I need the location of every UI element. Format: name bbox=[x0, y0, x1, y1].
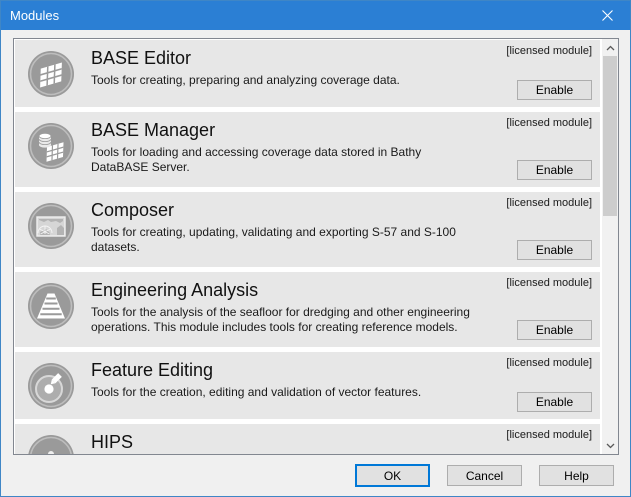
module-texts: Composer Tools for creating, updating, v… bbox=[91, 197, 456, 262]
module-texts: BASE Manager Tools for loading and acces… bbox=[91, 117, 421, 182]
base-manager-icon bbox=[27, 122, 75, 170]
enable-button[interactable]: Enable bbox=[517, 392, 592, 412]
engineering-analysis-icon bbox=[27, 282, 75, 330]
module-description: Tools for the creation, editing and vali… bbox=[91, 385, 421, 400]
chevron-down-icon bbox=[606, 443, 615, 449]
module-title: Composer bbox=[91, 199, 456, 222]
enable-button[interactable]: Enable bbox=[517, 80, 592, 100]
module-row: Composer Tools for creating, updating, v… bbox=[15, 192, 600, 267]
license-badge: [licensed module] bbox=[506, 357, 592, 369]
hips-icon bbox=[27, 434, 75, 454]
module-title: Feature Editing bbox=[91, 359, 421, 382]
dialog-footer: OK Cancel Help bbox=[1, 455, 630, 496]
module-list: BASE Editor Tools for creating, preparin… bbox=[13, 38, 619, 455]
module-row: BASE Manager Tools for loading and acces… bbox=[15, 112, 600, 187]
scrollbar-up-button[interactable] bbox=[602, 39, 618, 56]
module-row: BASE Editor Tools for creating, preparin… bbox=[15, 40, 600, 107]
module-texts: BASE Editor Tools for creating, preparin… bbox=[91, 45, 400, 102]
enable-button[interactable]: Enable bbox=[517, 240, 592, 260]
modules-dialog: Modules BASE Editor Tools for creating, … bbox=[0, 0, 631, 497]
module-title: Engineering Analysis bbox=[91, 279, 470, 302]
feature-editing-icon bbox=[27, 362, 75, 410]
module-title: HIPS bbox=[91, 431, 133, 454]
scrollbar-down-button[interactable] bbox=[602, 437, 618, 454]
module-row: Feature Editing Tools for the creation, … bbox=[15, 352, 600, 419]
module-description: Tools for creating, updating, validating… bbox=[91, 225, 456, 255]
module-row: Engineering Analysis Tools for the analy… bbox=[15, 272, 600, 347]
scrollbar-thumb[interactable] bbox=[603, 56, 617, 216]
title-bar: Modules bbox=[1, 1, 630, 30]
module-description: Tools for the analysis of the seafloor f… bbox=[91, 305, 470, 335]
module-texts: Feature Editing Tools for the creation, … bbox=[91, 357, 421, 414]
chevron-up-icon bbox=[606, 45, 615, 51]
module-texts: HIPS bbox=[91, 429, 133, 454]
module-texts: Engineering Analysis Tools for the analy… bbox=[91, 277, 470, 342]
window-title: Modules bbox=[1, 8, 585, 23]
base-editor-icon bbox=[27, 50, 75, 98]
module-description: Tools for loading and accessing coverage… bbox=[91, 145, 421, 175]
license-badge: [licensed module] bbox=[506, 45, 592, 57]
ok-button[interactable]: OK bbox=[355, 464, 430, 487]
cancel-button[interactable]: Cancel bbox=[447, 465, 522, 486]
license-badge: [licensed module] bbox=[506, 277, 592, 289]
module-rows: BASE Editor Tools for creating, preparin… bbox=[14, 39, 601, 454]
close-button[interactable] bbox=[585, 1, 630, 30]
module-description: Tools for creating, preparing and analyz… bbox=[91, 73, 400, 88]
module-title: BASE Editor bbox=[91, 47, 400, 70]
license-badge: [licensed module] bbox=[506, 429, 592, 441]
scrollbar[interactable] bbox=[601, 39, 618, 454]
composer-icon bbox=[27, 202, 75, 250]
module-title: BASE Manager bbox=[91, 119, 421, 142]
license-badge: [licensed module] bbox=[506, 117, 592, 129]
enable-button[interactable]: Enable bbox=[517, 320, 592, 340]
help-button[interactable]: Help bbox=[539, 465, 614, 486]
license-badge: [licensed module] bbox=[506, 197, 592, 209]
enable-button[interactable]: Enable bbox=[517, 160, 592, 180]
close-icon bbox=[602, 10, 613, 21]
module-row: HIPS [licensed module] Enable bbox=[15, 424, 600, 454]
